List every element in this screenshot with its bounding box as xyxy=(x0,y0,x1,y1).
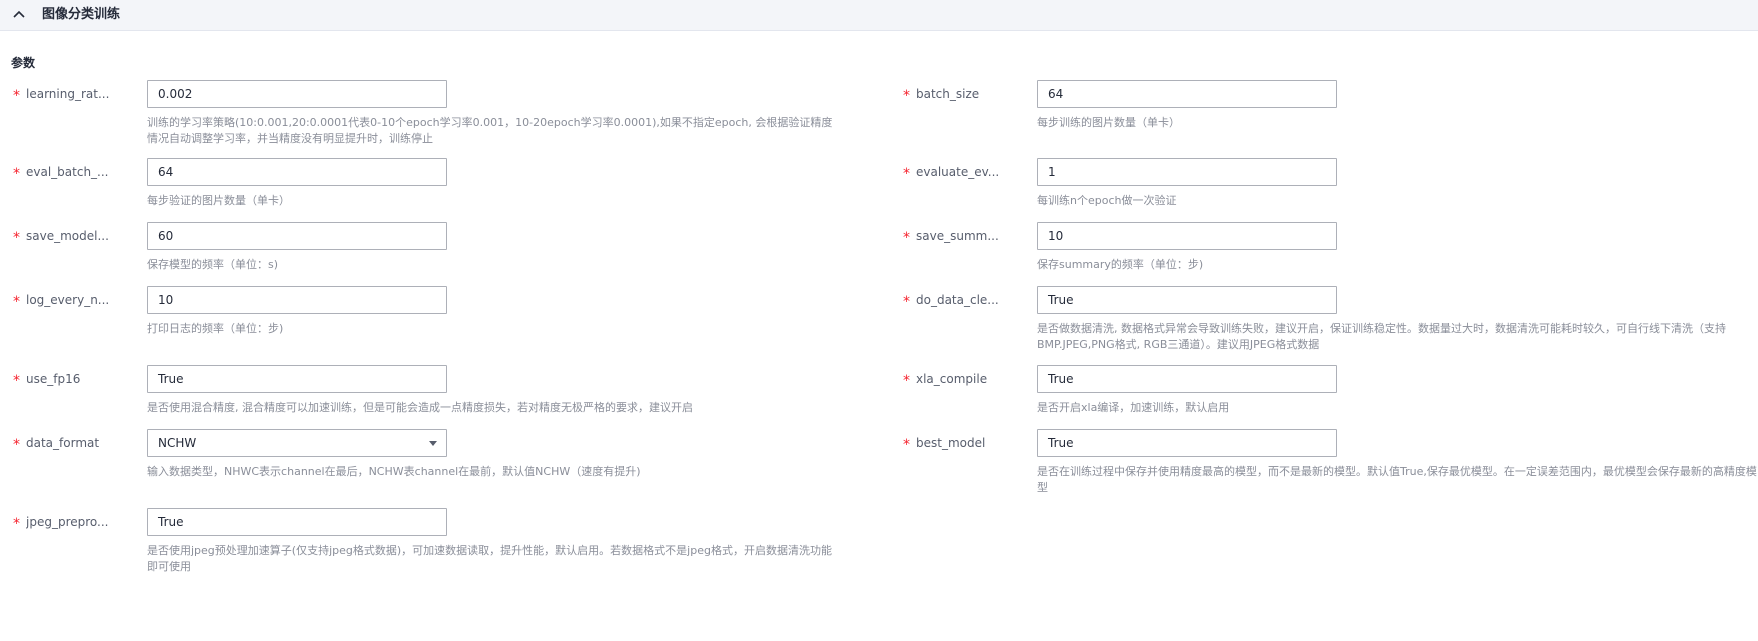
section-header[interactable]: 图像分类训练 xyxy=(0,0,1758,31)
param-help: 是否开启xla编译，加速训练，默认启用 xyxy=(1037,401,1230,414)
caret-down-icon[interactable] xyxy=(429,441,437,446)
params-title: 参数 xyxy=(11,56,36,70)
batch-size-input[interactable]: 64 xyxy=(1037,80,1337,108)
param-label: eval_batch_... xyxy=(26,165,109,179)
param-help: 是否使用混合精度, 混合精度可以加速训练，但是可能会造成一点精度损失，若对精度无… xyxy=(147,401,693,414)
param-label: save_summ... xyxy=(916,229,999,243)
param-help: 每训练n个epoch做一次验证 xyxy=(1037,194,1177,207)
param-label: learning_rat... xyxy=(26,87,110,101)
param-help: 保存summary的频率（单位：步) xyxy=(1037,258,1204,271)
required-star: * xyxy=(13,373,20,389)
required-star: * xyxy=(903,373,910,389)
param-label: do_data_cle... xyxy=(916,293,999,307)
log-every-input[interactable]: 10 xyxy=(147,286,447,314)
param-help: 是否在训练过程中保存并使用精度最高的模型，而不是最新的模型。默认值True,保存… xyxy=(1037,465,1757,494)
xla-compile-input[interactable]: True xyxy=(1037,365,1337,393)
do-data-clean-input[interactable]: True xyxy=(1037,286,1337,314)
required-star: * xyxy=(13,166,20,182)
param-label: use_fp16 xyxy=(26,372,81,386)
eval-batch-size-input[interactable]: 64 xyxy=(147,158,447,186)
param-label: log_every_n... xyxy=(26,293,110,307)
chevron-up-icon[interactable] xyxy=(13,9,25,19)
param-help: 是否使用jpeg预处理加速算子(仅支持jpeg格式数据)，可加速数据读取，提升性… xyxy=(147,544,832,573)
param-help: 训练的学习率策略(10:0.001,20:0.0001代表0-10个epoch学… xyxy=(147,116,833,145)
save-summary-input[interactable]: 10 xyxy=(1037,222,1337,250)
required-star: * xyxy=(13,437,20,453)
param-help: 打印日志的频率（单位：步) xyxy=(147,322,284,335)
learning-rate-input[interactable]: 0.002 xyxy=(147,80,447,108)
save-model-input[interactable]: 60 xyxy=(147,222,447,250)
use-fp16-input[interactable]: True xyxy=(147,365,447,393)
param-label: jpeg_prepro... xyxy=(26,515,109,529)
best-model-input[interactable]: True xyxy=(1037,429,1337,457)
param-help: 每步训练的图片数量（单卡） xyxy=(1037,116,1180,129)
data-format-select[interactable]: NCHW xyxy=(147,429,447,457)
param-label: best_model xyxy=(916,436,986,450)
required-star: * xyxy=(903,437,910,453)
required-star: * xyxy=(13,294,20,310)
data-format-value: NCHW xyxy=(158,436,197,450)
param-label: xla_compile xyxy=(916,372,988,386)
required-star: * xyxy=(13,88,20,104)
evaluate-every-input[interactable]: 1 xyxy=(1037,158,1337,186)
param-label: data_format xyxy=(26,436,100,450)
param-help: 保存模型的频率（单位：s) xyxy=(147,258,279,271)
param-label: batch_size xyxy=(916,87,980,101)
jpeg-preprocess-input[interactable]: True xyxy=(147,508,447,536)
required-star: * xyxy=(903,294,910,310)
section-header-title: 图像分类训练 xyxy=(42,7,121,22)
param-help: 输入数据类型，NHWC表示channel在最后，NCHW表channel在最前，… xyxy=(147,465,641,478)
required-star: * xyxy=(13,230,20,246)
required-star: * xyxy=(903,230,910,246)
param-help: 每步验证的图片数量（单卡） xyxy=(147,194,290,207)
param-help: 是否做数据清洗, 数据格式异常会导致训练失败，建议开启，保证训练稳定性。数据量过… xyxy=(1037,322,1726,351)
required-star: * xyxy=(903,88,910,104)
param-label: evaluate_ev... xyxy=(916,165,1000,179)
required-star: * xyxy=(903,166,910,182)
required-star: * xyxy=(13,516,20,532)
param-label: save_model... xyxy=(26,229,109,243)
